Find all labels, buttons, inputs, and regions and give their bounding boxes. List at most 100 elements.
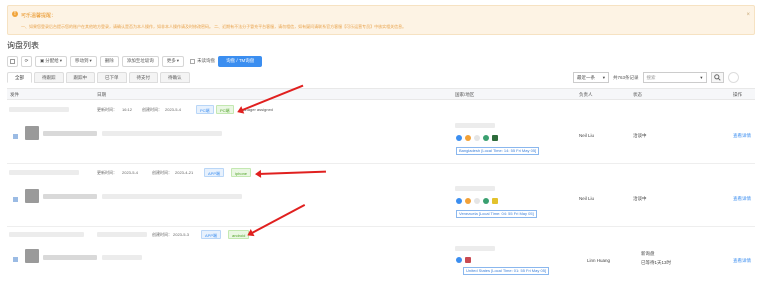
tab-all[interactable]: 全部 xyxy=(7,72,32,83)
tag-device: iphone xyxy=(231,168,252,177)
filter-bar: 最近一条 ▾ 共763条记录 搜索 ▾ xyxy=(573,72,739,83)
col-owner: 负责人 xyxy=(579,92,593,97)
tag-platform: PC端 xyxy=(196,105,214,114)
chevron-down-icon: ▾ xyxy=(59,58,63,63)
avatar xyxy=(25,249,39,263)
location-badge: United States [Local Time: 01: 55 Fri Ma… xyxy=(463,267,550,275)
owner-name: Neil Liu xyxy=(579,196,595,201)
status-text: 洽谈中 xyxy=(633,133,647,138)
view-details-link[interactable]: 查看详情 xyxy=(733,196,751,202)
user-icon xyxy=(483,198,489,204)
refresh-icon[interactable]: ⟳ xyxy=(21,55,32,67)
search-input[interactable]: 搜索 ▾ xyxy=(642,72,707,83)
redacted-text xyxy=(9,232,84,237)
col-action: 操作 xyxy=(733,92,742,97)
tab-to-confirm[interactable]: 待确认 xyxy=(160,72,190,83)
contact-icons xyxy=(456,135,498,141)
notice-body: 一、如果您登录后台提示您的账户在其他地方登录，请确认是否为本人操作，如非本人操作… xyxy=(21,24,407,29)
tab-to-pay[interactable]: 待支付 xyxy=(128,72,158,83)
settings-icon[interactable] xyxy=(727,72,739,83)
row-checkbox[interactable] xyxy=(13,257,18,262)
chevron-down-icon: ▾ xyxy=(89,58,92,63)
redacted-text xyxy=(455,123,495,128)
flag-icon xyxy=(465,257,471,263)
unread-filter[interactable]: 未读询盘 xyxy=(190,58,215,64)
page-title: 询盘列表 xyxy=(7,41,39,50)
checkbox[interactable] xyxy=(190,58,196,64)
chevron-down-icon: ▾ xyxy=(176,58,180,63)
contact-icons xyxy=(456,257,471,263)
table-row[interactable]: 创建时间： 2023-5-3 APP端 android United State… xyxy=(7,229,755,286)
redacted-text xyxy=(102,131,222,136)
status-tabs: 全部 待跟踪 跟踪中 已下单 待支付 待确认 xyxy=(7,72,190,84)
waiting-time: 已等待1天13时 xyxy=(641,260,672,265)
move-button[interactable]: 移动到 ▾ xyxy=(70,55,97,67)
row-checkbox[interactable] xyxy=(13,197,18,202)
redacted-text xyxy=(455,186,495,191)
avatar xyxy=(25,126,39,140)
redacted-text xyxy=(9,170,79,175)
table-row[interactable]: 更新时间： 16:12 创建时间： 2023-5-4 PC端 PC端 manag… xyxy=(7,104,755,164)
chevron-down-icon: ▾ xyxy=(700,74,703,80)
facebook-icon xyxy=(456,257,462,263)
notice-title: 可乐温馨提醒： xyxy=(21,13,57,19)
table-header: 发件 日期 国家/地区 负责人 状态 操作 xyxy=(7,88,755,100)
row-header: 更新时间： 16:12 创建时间： 2023-5-4 PC端 PC端 manag… xyxy=(7,104,755,115)
wifi-icon xyxy=(465,198,471,204)
tab-following[interactable]: 跟踪中 xyxy=(65,72,95,83)
location-badge: Bangladesh [Local Time: 14: 55 Fri May 0… xyxy=(456,147,540,155)
warning-icon: ! xyxy=(12,11,18,17)
view-details-link[interactable]: 查看详情 xyxy=(733,133,751,139)
redacted-text xyxy=(43,255,97,260)
tag-platform: APP端 xyxy=(204,168,225,177)
redacted-text xyxy=(102,255,142,260)
select-all-checkbox[interactable] xyxy=(7,55,18,67)
chevron-down-icon: ▾ xyxy=(602,74,605,80)
tm-inquiry-button[interactable]: 询盘 / TM询盘 xyxy=(218,55,263,67)
col-date: 日期 xyxy=(97,92,106,97)
redacted-text xyxy=(9,107,69,112)
row-header: 创建时间： 2023-5-3 APP端 android xyxy=(7,229,755,240)
search-icon[interactable] xyxy=(710,72,724,83)
row-header: 更新时间： 2023-5-4 创建时间： 2023-4-21 APP端 ipho… xyxy=(7,167,755,178)
notice-banner: ! 可乐温馨提醒： 一、如果您登录后台提示您的账户在其他地方登录，请确认是否为本… xyxy=(7,5,755,35)
avatar xyxy=(25,189,39,203)
user-icon xyxy=(483,135,489,141)
contact-icons xyxy=(456,198,498,204)
row-checkbox[interactable] xyxy=(13,134,18,139)
location-badge: Venezuela [Local Time: 04: 55 Fri May 05… xyxy=(456,210,537,218)
status-text: 洽谈中 xyxy=(633,196,647,201)
tag-device: PC端 xyxy=(216,105,234,114)
wifi-icon xyxy=(465,135,471,141)
facebook-icon xyxy=(456,198,462,204)
facebook-icon xyxy=(456,135,462,141)
badge-icon xyxy=(474,198,480,204)
col-status: 状态 xyxy=(633,92,642,97)
redacted-text xyxy=(102,194,242,199)
sort-select[interactable]: 最近一条 ▾ xyxy=(573,72,609,83)
table-row[interactable]: 更新时间： 2023-5-4 创建时间： 2023-4-21 APP端 ipho… xyxy=(7,167,755,227)
col-country: 国家/地区 xyxy=(455,92,475,97)
close-icon[interactable]: × xyxy=(746,12,750,18)
view-details-link[interactable]: 查看详情 xyxy=(733,258,751,264)
toolbar: ⟳ ▣ 分配给 ▾ 移动到 ▾ 删除 添加至垃圾询 更多 ▾ 未读询盘 询盘 / TM询… xyxy=(7,55,263,67)
owner-name: Neil Liu xyxy=(579,133,595,138)
flag-icon xyxy=(492,135,498,141)
add-to-trash-button[interactable]: 添加至垃圾询 xyxy=(121,55,159,67)
tab-pending[interactable]: 待跟踪 xyxy=(34,72,64,83)
owner-name: Linn Huang xyxy=(587,258,611,263)
more-button[interactable]: 更多 ▾ xyxy=(161,55,185,67)
assign-icon: ▣ xyxy=(40,58,45,63)
tab-ordered[interactable]: 已下单 xyxy=(97,72,127,83)
total-count: 共763条记录 xyxy=(613,74,639,80)
tag-platform: APP端 xyxy=(201,230,222,239)
redacted-text xyxy=(43,131,97,136)
redacted-text xyxy=(455,246,495,251)
col-sender: 发件 xyxy=(10,92,19,97)
flag-icon xyxy=(492,198,498,204)
assign-button[interactable]: ▣ 分配给 ▾ xyxy=(35,55,68,67)
status-text: 新询盘 xyxy=(641,251,655,256)
redacted-text xyxy=(43,194,97,199)
delete-button[interactable]: 删除 xyxy=(99,55,119,67)
redacted-text xyxy=(97,232,147,237)
